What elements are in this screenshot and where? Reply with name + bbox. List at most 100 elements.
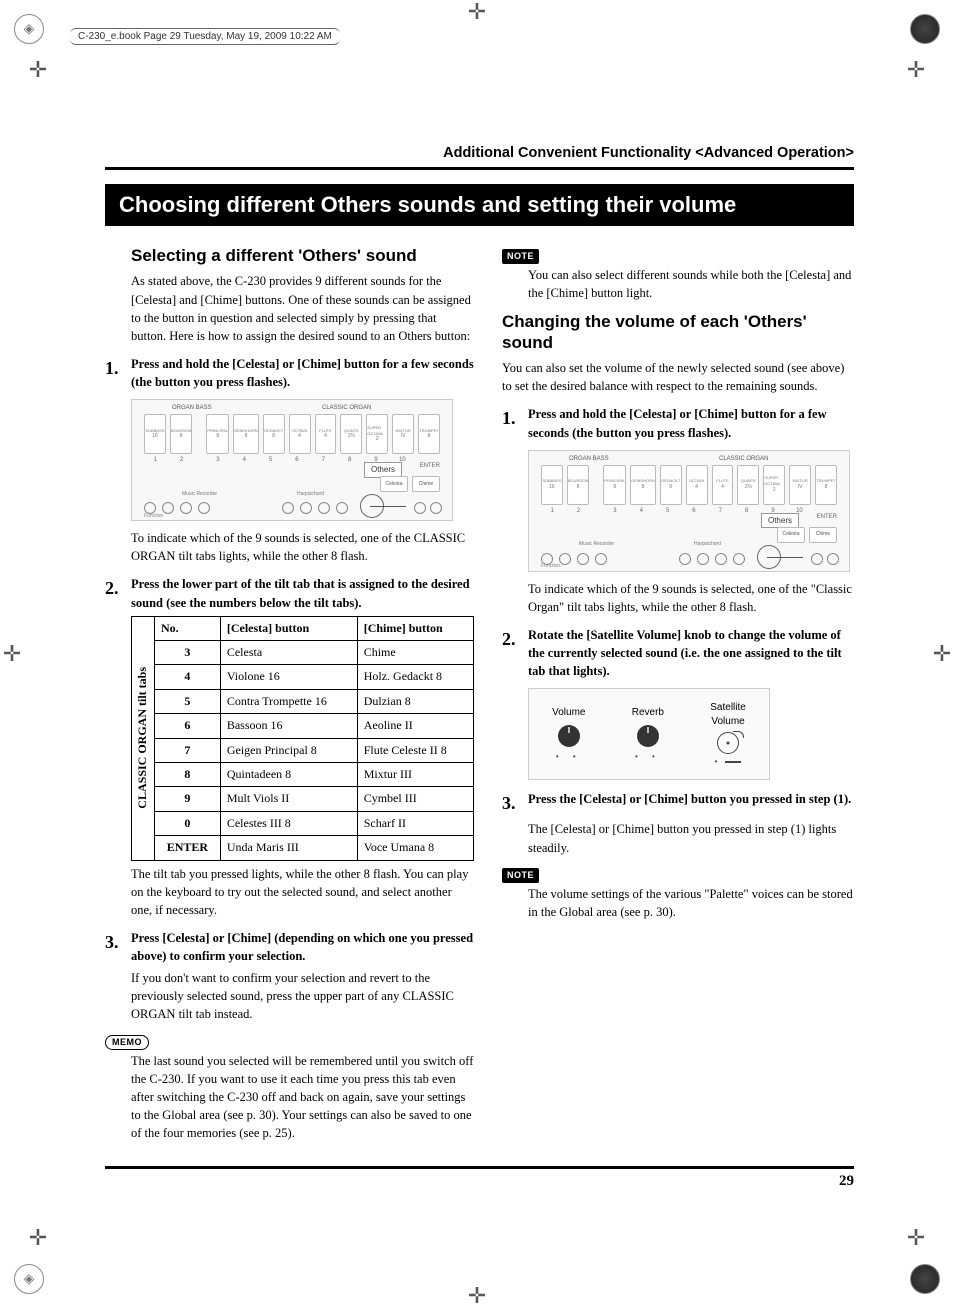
print-reg-bottom-right (910, 1264, 940, 1294)
step-3-number: 3. (105, 929, 131, 965)
step-2-text: Press the lower part of the tilt tab tha… (131, 575, 474, 611)
panel-tilt-tab: GEDACKT8 (660, 465, 682, 505)
th-celesta: [Celesta] button (220, 616, 357, 640)
volume-knob-icon (558, 725, 580, 747)
panel-harpsichord-label: Harpsichord (297, 491, 324, 498)
top-rule (105, 167, 854, 170)
table-row: 0Celestes III 8Scharf II (155, 811, 474, 835)
panel-tilt-tab: OCTAVA4 (686, 465, 708, 505)
panel2-harpsichord-label: Harpsichord (694, 541, 721, 548)
panel-tilt-tab: QUINTE2⅔ (340, 414, 362, 454)
panel-tilt-tab: SUBBASS16 (541, 465, 563, 505)
crop-mark-tr2: ✛ (904, 58, 928, 82)
panel-tilt-tab: BOURDON8 (170, 414, 192, 454)
crop-mark-tl2: ✛ (26, 58, 50, 82)
panel-tilt-tab: SUBBASS16 (144, 414, 166, 454)
table-side-label: CLASSIC ORGAN tilt tabs (134, 667, 151, 809)
enter-label-2: ENTER (817, 513, 837, 522)
crop-mark-bl2: ✛ (26, 1226, 50, 1250)
th-chime: [Chime] button (357, 616, 473, 640)
panel-tilt-tab: MIXTURIV (392, 414, 414, 454)
table-row: ENTERUnda Maris IIIVoce Umana 8 (155, 836, 474, 860)
intro-paragraph: As stated above, the C-230 provides 9 di… (131, 272, 474, 345)
panel2-music-recorder-label: Music Recorder (579, 541, 614, 548)
enter-label: ENTER (420, 462, 440, 471)
panel-tilt-tab: QUINTE2⅔ (737, 465, 759, 505)
panel-tilt-tab: OCTAVA4 (289, 414, 311, 454)
panel-label-classic: CLASSIC ORGAN (322, 404, 371, 413)
panel-tilt-tab: GEMSHORN8 (233, 414, 259, 454)
panel2-function-label: Function (541, 563, 560, 570)
panel2-label-organbass: ORGAN BASS (569, 455, 609, 464)
memo-text: The last sound you selected will be reme… (131, 1052, 474, 1143)
r-step-3-number: 3. (502, 790, 528, 816)
note-badge-2: NOTE (502, 868, 539, 883)
file-info-header: C-230_e.book Page 29 Tuesday, May 19, 20… (70, 28, 340, 45)
r-step-2-text: Rotate the [Satellite Volume] knob to ch… (528, 626, 854, 680)
crop-mark-left: ✛ (0, 642, 24, 666)
reverb-knob-label: Reverb (632, 706, 664, 721)
panel-tilt-tab: PRINCIPAL8 (206, 414, 229, 454)
panel-tilt-tab: SUPER OCTAVA2 (366, 414, 388, 454)
r-step-3-text: Press the [Celesta] or [Chime] button yo… (528, 790, 851, 816)
step-1-number: 1. (105, 355, 131, 391)
print-reg-top-right (910, 14, 940, 44)
section-banner: Choosing different Others sounds and set… (105, 184, 854, 226)
panel-function-label: Function (144, 513, 163, 520)
table-row: 3CelestaChime (155, 641, 474, 665)
table-row: 6Bassoon 16Aeoline II (155, 714, 474, 738)
panel-tilt-tab: TRUMPET8 (418, 414, 440, 454)
crop-mark-br2: ✛ (904, 1226, 928, 1250)
note-1-text: You can also select different sounds whi… (528, 266, 854, 302)
crop-mark-top: ✛ (465, 0, 489, 24)
r-step-3-body: The [Celesta] or [Chime] button you pres… (528, 820, 854, 856)
crop-mark-bottom: ✛ (465, 1284, 489, 1308)
panel-tilt-tab: MIXTURIV (789, 465, 811, 505)
panel-chime-button: Chime (412, 476, 440, 492)
panel-tilt-tab: TRUMPET8 (815, 465, 837, 505)
table-row: 7Geigen Principal 8Flute Celeste II 8 (155, 738, 474, 762)
step-1-text: Press and hold the [Celesta] or [Chime] … (131, 355, 474, 391)
panel-music-recorder-label: Music Recorder (182, 491, 217, 498)
table-row: 5Contra Trompette 16Dulzian 8 (155, 689, 474, 713)
others-sounds-table: No. [Celesta] button [Chime] button 3Cel… (154, 616, 474, 861)
print-reg-bottom-left: ◈ (14, 1264, 44, 1294)
panel2-chime-button: Chime (809, 527, 837, 543)
intro2-paragraph: You can also set the volume of the newly… (502, 359, 854, 395)
panel-tilt-tab: SUPER OCTAVA2 (763, 465, 785, 505)
panel-tilt-tab: BOURDON8 (567, 465, 589, 505)
panel-diagram-2: ORGAN BASS CLASSIC ORGAN SUBBASS16BOURDO… (528, 450, 850, 572)
panel-label-organbass: ORGAN BASS (172, 404, 212, 413)
panel-celesta-button: Celesta (380, 476, 408, 492)
volume-knob-label: Volume (552, 706, 585, 721)
panel-tilt-tab: FLUTE4 (712, 465, 734, 505)
chapter-header: Additional Convenient Functionality <Adv… (105, 145, 854, 161)
table-row: 8Quintadeen 8Mixtur III (155, 762, 474, 786)
th-no: No. (155, 616, 221, 640)
table-row: 9Mult Viols IICymbel III (155, 787, 474, 811)
satellite-volume-knob-icon (717, 732, 739, 754)
panel-tilt-tab: PRINCIPAL8 (603, 465, 626, 505)
bottom-rule (105, 1166, 854, 1169)
knob-diagram: Volume • • Reverb • • Satellite Volume • (528, 688, 770, 780)
satellite-volume-label: Satellite Volume (710, 701, 746, 730)
step-3-body: If you don't want to confirm your select… (131, 969, 474, 1023)
step-1-body: To indicate which of the 9 sounds is sel… (131, 529, 474, 565)
table-row: 4Violone 16Holz. Gedackt 8 (155, 665, 474, 689)
r-step-1-number: 1. (502, 405, 528, 441)
subheading-volume: Changing the volume of each 'Others' sou… (502, 312, 854, 353)
crop-mark-right: ✛ (930, 642, 954, 666)
r-step-2-number: 2. (502, 626, 528, 680)
r-step-1-body: To indicate which of the 9 sounds is sel… (528, 580, 854, 616)
note-2-text: The volume settings of the various "Pale… (528, 885, 854, 921)
note-badge-1: NOTE (502, 249, 539, 264)
page-number: 29 (105, 1173, 854, 1190)
subheading-selecting: Selecting a different 'Others' sound (131, 246, 474, 266)
panel2-celesta-button: Celesta (777, 527, 805, 543)
reverb-knob-icon (637, 725, 659, 747)
r-step-1-text: Press and hold the [Celesta] or [Chime] … (528, 405, 854, 441)
panel-tilt-tab: FLUTE4 (315, 414, 337, 454)
step-3-text: Press [Celesta] or [Chime] (depending on… (131, 929, 474, 965)
memo-badge: MEMO (105, 1035, 149, 1050)
panel-tilt-tab: GEMSHORN8 (630, 465, 656, 505)
